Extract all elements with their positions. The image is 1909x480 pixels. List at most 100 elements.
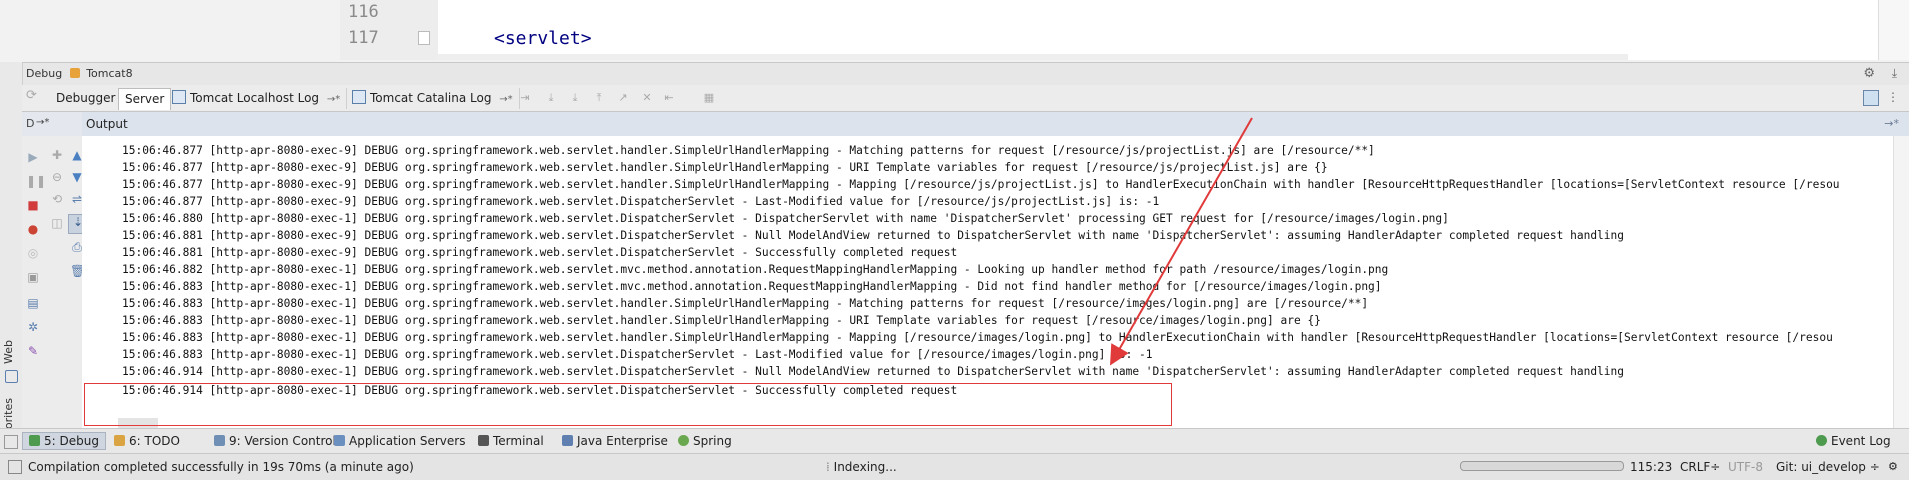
run-to-cursor-icon[interactable]: ↗ bbox=[616, 91, 630, 105]
left-tool-strip: Web 2: Favorites ★ bbox=[0, 62, 23, 479]
tab-label: Tomcat Catalina Log bbox=[370, 91, 492, 105]
debug-actions-toolbar: ▶ ❚❚ ■ ● ◎ ▣ ▤ ✲ ✎ bbox=[22, 136, 46, 428]
tool-spring[interactable]: Spring bbox=[678, 433, 732, 449]
tool-label: Terminal bbox=[493, 434, 544, 448]
debug-config-name: Tomcat8 bbox=[86, 67, 133, 80]
tab-tomcat-catalina-log[interactable]: Tomcat Catalina Log →* bbox=[346, 88, 520, 109]
pin-icon[interactable]: →* bbox=[499, 94, 512, 105]
tool-label: 5: Debug bbox=[44, 434, 99, 448]
tool-label: Application Servers bbox=[349, 434, 466, 448]
log-icon bbox=[172, 90, 186, 104]
line-number: 116 bbox=[348, 2, 379, 22]
drop-frame-icon[interactable]: ✕ bbox=[640, 91, 654, 105]
tool-label: Event Log bbox=[1831, 434, 1891, 448]
log-line: 15:06:46.883 [http-apr-8080-exec-1] DEBU… bbox=[122, 280, 1382, 293]
mute-breakpoints-icon[interactable]: ◎ bbox=[26, 246, 40, 260]
output-label: Output bbox=[86, 117, 128, 131]
log-line: 15:06:46.883 [http-apr-8080-exec-1] DEBU… bbox=[122, 297, 1369, 310]
tool-terminal[interactable]: Terminal bbox=[478, 433, 544, 449]
pin-icon[interactable]: →* bbox=[1884, 117, 1899, 130]
evaluate-icon[interactable]: ⇤ bbox=[662, 91, 676, 105]
tool-windows-bar: 5: Debug 6: TODO 9: Version Control Appl… bbox=[0, 428, 1909, 454]
restore-icon[interactable]: ⟲ bbox=[50, 192, 64, 206]
tool-event-log[interactable]: Event Log bbox=[1816, 433, 1891, 449]
tool-windows-icon[interactable] bbox=[4, 435, 18, 449]
log-line: 15:06:46.883 [http-apr-8080-exec-1] DEBU… bbox=[122, 331, 1833, 344]
layout-icon[interactable] bbox=[1863, 90, 1879, 106]
debug-icon bbox=[29, 435, 40, 446]
tool-todo[interactable]: 6: TODO bbox=[114, 433, 180, 449]
git-branch[interactable]: Git: ui_develop ÷ bbox=[1776, 460, 1880, 474]
tool-version-control[interactable]: 9: Version Control bbox=[214, 433, 336, 449]
pin-icon[interactable]: →* bbox=[327, 94, 340, 105]
spring-icon bbox=[678, 435, 689, 446]
resume-icon[interactable]: ▶ bbox=[26, 150, 40, 164]
step-into-icon[interactable]: ⤓ bbox=[544, 91, 558, 105]
debug-title: Debug Tomcat8 bbox=[26, 67, 133, 80]
output-header: Output →* bbox=[82, 112, 1909, 137]
step-out-icon[interactable]: ⤒ bbox=[592, 91, 606, 105]
status-message[interactable]: Compilation completed successfully in 19… bbox=[28, 460, 414, 474]
fold-icon[interactable] bbox=[418, 31, 430, 45]
todo-icon bbox=[114, 435, 125, 446]
terminal-icon bbox=[478, 435, 489, 446]
indexing-progress-bar bbox=[1460, 461, 1624, 471]
file-encoding[interactable]: UTF-8 bbox=[1728, 460, 1763, 474]
log-line: 15:06:46.877 [http-apr-8080-exec-9] DEBU… bbox=[122, 178, 1840, 191]
gear-small-icon[interactable]: ✲ bbox=[26, 320, 40, 334]
log-line: 15:06:46.883 [http-apr-8080-exec-1] DEBU… bbox=[122, 314, 1321, 327]
pause-icon[interactable]: ❚❚ bbox=[26, 174, 46, 188]
editor-gutter: 116 117 bbox=[340, 0, 439, 60]
hide-panel-icon[interactable]: ⤓ bbox=[1892, 66, 1897, 81]
grid-icon[interactable]: ▦ bbox=[702, 91, 716, 105]
gear-icon[interactable]: ⚙ bbox=[1863, 66, 1875, 81]
step-over-icon[interactable]: ⇥ bbox=[518, 91, 532, 105]
tab-debugger[interactable]: Debugger bbox=[50, 88, 123, 109]
lock-icon[interactable]: ⚙ bbox=[1888, 460, 1898, 473]
settings-icon[interactable]: ▤ bbox=[26, 296, 40, 310]
log-line: 15:06:46.881 [http-apr-8080-exec-9] DEBU… bbox=[122, 246, 958, 259]
stop-icon[interactable]: ■ bbox=[26, 198, 40, 212]
tomcat-icon bbox=[69, 68, 80, 78]
log-line: 15:06:46.877 [http-apr-8080-exec-9] DEBU… bbox=[122, 195, 1160, 208]
more-icon[interactable]: ⋮ bbox=[1887, 90, 1899, 104]
debug-tab-bar: ⟳ Debugger Server Tomcat Localhost Log →… bbox=[22, 85, 1909, 112]
tool-debug[interactable]: 5: Debug bbox=[22, 432, 106, 450]
indexing-status[interactable]: ⁞ Indexing... bbox=[826, 460, 897, 474]
line-separator[interactable]: CRLF÷ bbox=[1680, 460, 1720, 474]
minus-icon[interactable]: ⊖ bbox=[50, 170, 64, 184]
log-line: 15:06:46.882 [http-apr-8080-exec-1] DEBU… bbox=[122, 263, 1389, 276]
tool-java-enterprise[interactable]: Java Enterprise bbox=[562, 433, 668, 449]
tool-label: 6: TODO bbox=[129, 434, 180, 448]
tab-tomcat-localhost-log[interactable]: Tomcat Localhost Log →* bbox=[166, 88, 348, 109]
camera-icon[interactable]: ▣ bbox=[26, 270, 40, 284]
breakpoints-icon[interactable]: ● bbox=[26, 222, 40, 236]
web-icon[interactable] bbox=[5, 370, 18, 383]
tab-server[interactable]: Server bbox=[118, 88, 172, 110]
layers-icon[interactable]: ◫ bbox=[50, 216, 64, 230]
tool-label: Java Enterprise bbox=[577, 434, 668, 448]
rerun-icon[interactable]: ⟳ bbox=[26, 88, 40, 108]
tab-label: Tomcat Localhost Log bbox=[190, 91, 320, 105]
log-line: 15:06:46.877 [http-apr-8080-exec-9] DEBU… bbox=[122, 161, 1328, 174]
caret-position[interactable]: 115:23 bbox=[1630, 460, 1672, 474]
debug-title-label: Debug bbox=[26, 67, 63, 80]
web-tool-label[interactable]: Web bbox=[2, 340, 15, 364]
plus-icon[interactable]: ✚ bbox=[50, 148, 64, 162]
editor-scrollbar[interactable] bbox=[1878, 0, 1909, 60]
status-toggle-icon[interactable] bbox=[8, 460, 22, 474]
tool-application-servers[interactable]: Application Servers bbox=[334, 433, 465, 449]
tool-label: Spring bbox=[693, 434, 732, 448]
log-line: 15:06:46.880 [http-apr-8080-exec-1] DEBU… bbox=[122, 212, 1449, 225]
code-line-servlet: <servlet> bbox=[494, 28, 592, 49]
log-line: 15:06:46.877 [http-apr-8080-exec-9] DEBU… bbox=[122, 144, 1375, 157]
log-line: 15:06:46.881 [http-apr-8080-exec-9] DEBU… bbox=[122, 229, 1625, 242]
code-view[interactable]: <servlet> bbox=[438, 0, 1878, 60]
console-vertical-scrollbar[interactable] bbox=[1893, 136, 1909, 428]
frames-header: D →* bbox=[22, 112, 83, 136]
pin-icon[interactable]: →* bbox=[36, 117, 49, 128]
pin-tab-icon[interactable]: ✎ bbox=[26, 344, 40, 358]
java-enterprise-icon bbox=[562, 435, 573, 446]
frames-label: D bbox=[26, 117, 35, 130]
force-step-icon[interactable]: ⤓ bbox=[568, 91, 582, 105]
